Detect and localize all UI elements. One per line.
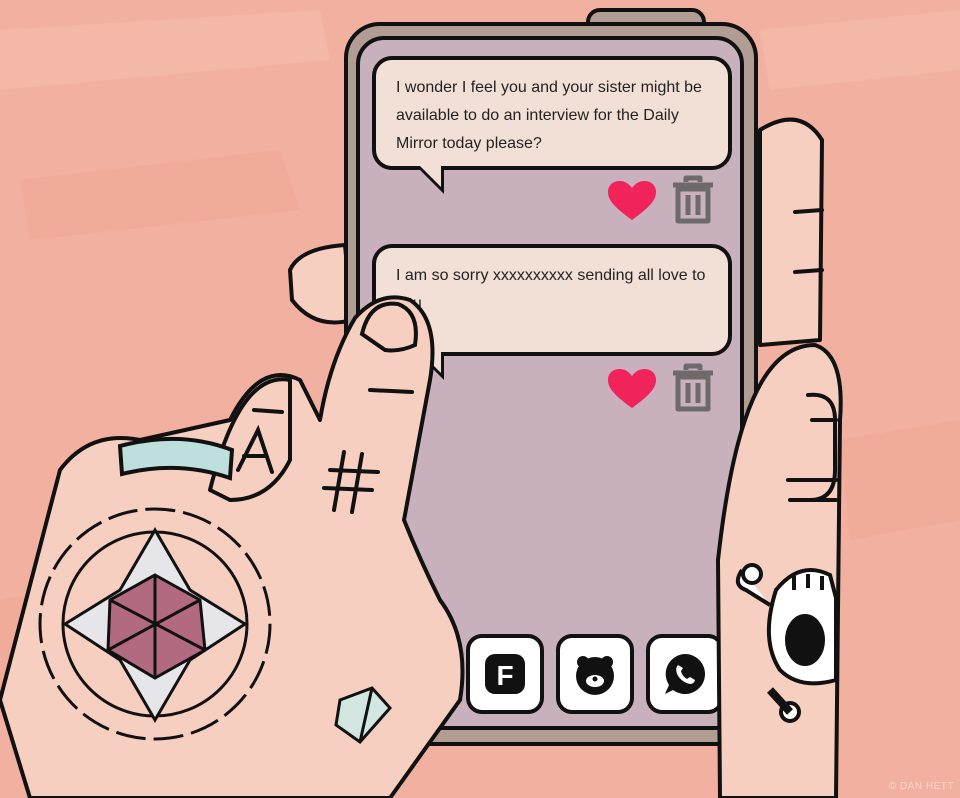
delete-button-2[interactable] [670,363,716,413]
message-bubble-1: I wonder I feel you and your sister migh… [372,56,732,194]
message-bubble-2: I am so sorry xxxxxxxxxx sending all lov… [372,244,732,380]
facebook-letter: F [496,660,513,691]
message-icon [395,660,439,690]
message-text-2: I am so sorry xxxxxxxxxx sending all lov… [396,267,706,312]
bear-app-button[interactable] [556,634,634,714]
heart-icon [608,369,656,408]
bear-icon [576,656,614,695]
message-text-1: I wonder I feel you and your sister migh… [396,79,702,152]
heart-icon [608,181,656,220]
delete-button-1[interactable] [670,175,716,225]
trash-icon [673,363,713,412]
whatsapp-icon [665,654,705,694]
facebook-app-button[interactable]: F [466,634,544,714]
like-button-2[interactable] [606,368,658,410]
trash-icon [673,175,713,224]
artist-credit: © DAN HETT [888,781,954,792]
facebook-icon: F [485,654,525,694]
like-button-1[interactable] [606,180,658,222]
whatsapp-app-button[interactable] [646,634,724,714]
messages-app-button[interactable] [378,634,456,714]
